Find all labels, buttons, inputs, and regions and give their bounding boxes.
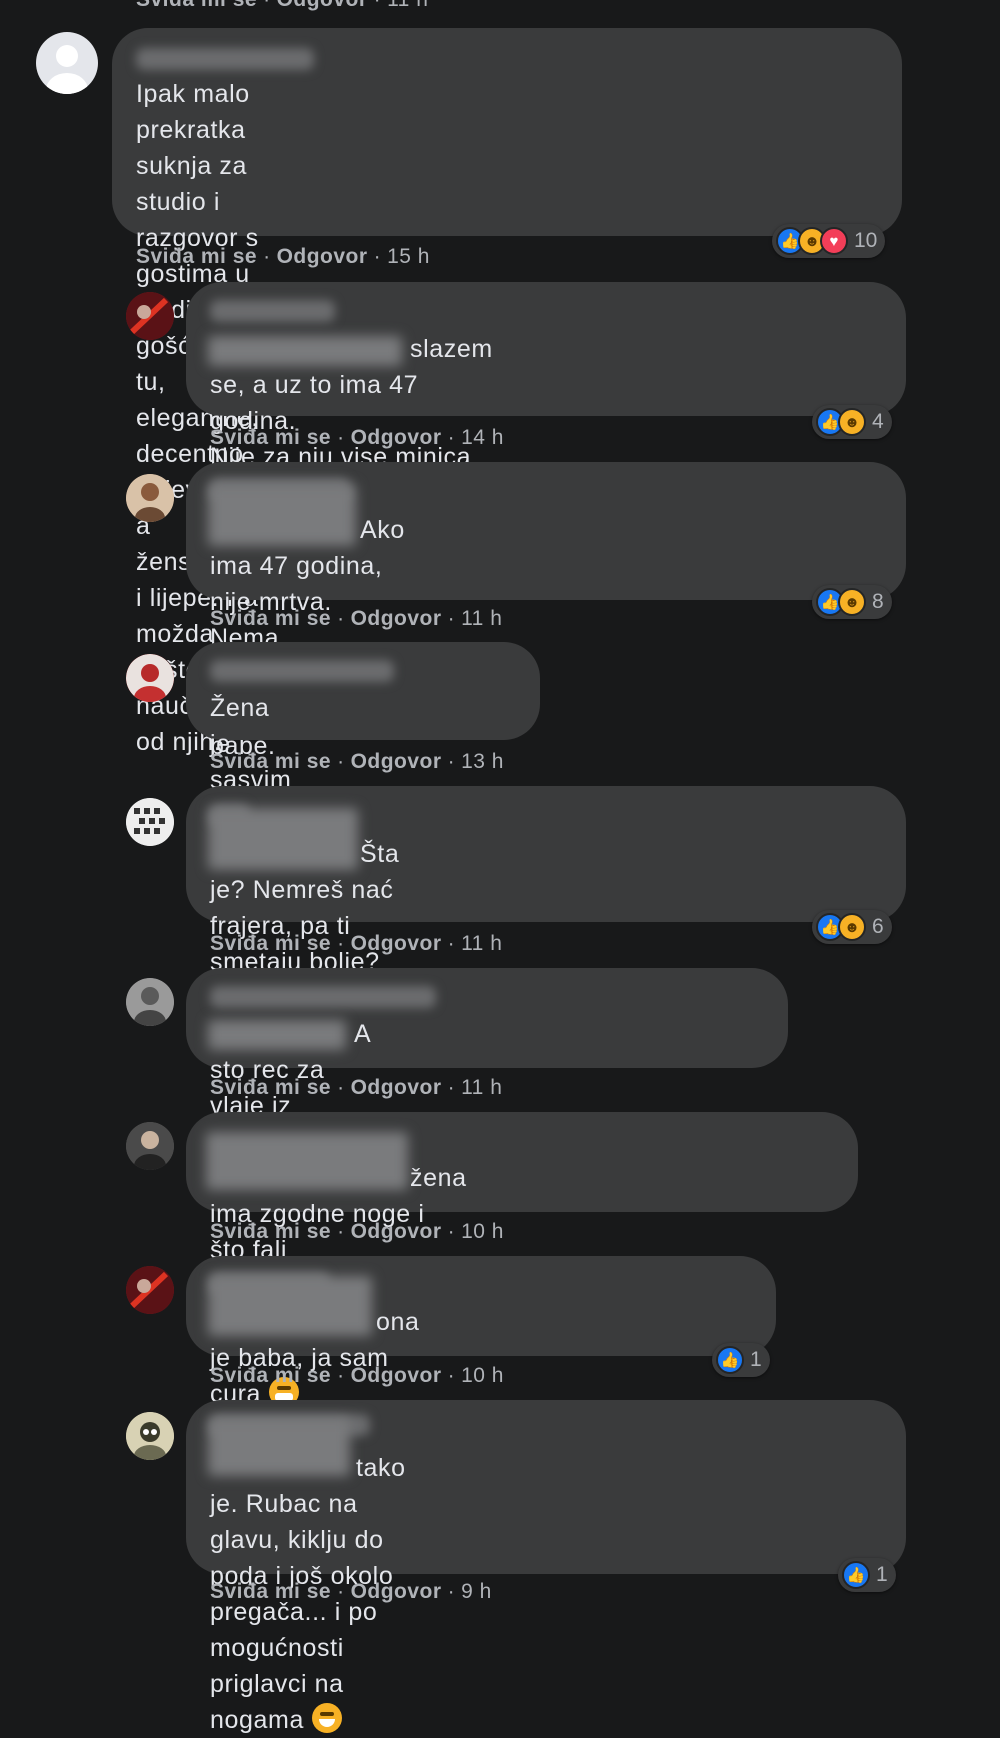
like-link[interactable]: Sviđa mi se [136, 0, 257, 11]
comment-meta: Sviđa mi se · Odgovor · 9 h [210, 1580, 492, 1603]
reaction-count: 6 [872, 915, 884, 938]
reply-link[interactable]: Odgovor [351, 607, 442, 630]
reaction-count: 1 [750, 1348, 762, 1371]
comment-meta: Sviđa mi se·Odgovor·11 h [210, 932, 503, 955]
avatar[interactable] [126, 798, 174, 846]
avatar[interactable] [126, 1122, 174, 1170]
comment-meta: Sviđa mi se·Odgovor·11 h [210, 607, 503, 630]
like-link[interactable]: Sviđa mi se [210, 1580, 331, 1603]
like-link[interactable]: Sviđa mi se [210, 932, 331, 955]
comment-time[interactable]: 10 h [461, 1220, 504, 1243]
avatar[interactable] [126, 474, 174, 522]
reply-link[interactable]: Odgovor [277, 245, 368, 268]
reaction-summary[interactable]: 👍 ☻ ♥ 10 [772, 224, 886, 258]
reply-link[interactable]: Odgovor [351, 1364, 442, 1387]
like-link[interactable]: Sviđa mi se [210, 1220, 331, 1243]
like-link[interactable]: Sviđa mi se [210, 750, 331, 773]
grin-emoji [311, 1703, 342, 1734]
like-icon: 👍 [716, 1346, 744, 1374]
reaction-summary[interactable]: 👍 1 [712, 1343, 770, 1377]
like-link[interactable]: Sviđa mi se [136, 245, 257, 268]
comment-meta: Sviđa mi se · Odgovor · 13 h [210, 750, 504, 773]
comment-time[interactable]: 11 h [461, 607, 502, 630]
reply-link[interactable]: Odgovor [351, 932, 442, 955]
reply-link[interactable]: Odgovor [351, 426, 442, 449]
like-link[interactable]: Sviđa mi se [210, 1364, 331, 1387]
comment-text: Šta je? Nemreš nać frajera, pa ti smetaj… [210, 840, 400, 976]
comment-time[interactable]: 15 h [387, 245, 430, 268]
reaction-summary[interactable]: 👍 ☻ 4 [812, 405, 892, 439]
author-name-redacted[interactable] [210, 986, 436, 1008]
comment-time[interactable]: 13 h [461, 750, 504, 773]
like-link[interactable]: Sviđa mi se [210, 607, 331, 630]
avatar[interactable] [36, 32, 98, 94]
haha-icon: ☻ [838, 408, 866, 436]
reaction-count: 1 [876, 1563, 888, 1586]
reaction-count: 4 [872, 410, 884, 433]
reply-link[interactable]: Odgovor [351, 750, 442, 773]
comment-text: ona je baba, ja sam cura [210, 1308, 428, 1408]
haha-icon: ☻ [838, 913, 866, 941]
author-name-redacted[interactable] [136, 48, 314, 70]
author-name-redacted[interactable] [210, 300, 335, 322]
comment-text: žena ima zgodne noge i što fali [210, 1164, 467, 1264]
avatar[interactable] [126, 654, 174, 702]
comment-meta: Sviđa mi se · Odgovor · 14 h [210, 426, 504, 449]
haha-icon: ☻ [838, 588, 866, 616]
love-icon: ♥ [820, 227, 848, 255]
author-name-redacted[interactable] [210, 660, 394, 682]
comment-meta: Sviđa mi se · Odgovor · 15 h [136, 245, 430, 268]
comment-time[interactable]: 9 h [461, 1580, 492, 1603]
avatar[interactable] [126, 1412, 174, 1460]
reaction-count: 10 [854, 229, 878, 252]
reply-link[interactable]: Odgovor [277, 0, 368, 11]
reaction-count: 8 [872, 590, 884, 613]
comment-time[interactable]: 11 h [387, 0, 428, 11]
like-link[interactable]: Sviđa mi se [210, 426, 331, 449]
reaction-summary[interactable]: 👍 ☻ 8 [812, 585, 892, 619]
avatar[interactable] [126, 1266, 174, 1314]
avatar[interactable] [126, 978, 174, 1026]
reaction-summary[interactable]: 👍 1 [838, 1558, 896, 1592]
comment-time[interactable]: 10 h [461, 1364, 504, 1387]
like-link[interactable]: Sviđa mi se [210, 1076, 331, 1099]
comment-meta: Sviđa mi se·Odgovor·11 h [210, 1076, 503, 1099]
reply-link[interactable]: Odgovor [351, 1580, 442, 1603]
reply-link[interactable]: Odgovor [351, 1220, 442, 1243]
comment-time[interactable]: 11 h [461, 1076, 502, 1099]
reply-link[interactable]: Odgovor [351, 1076, 442, 1099]
comment-time[interactable]: 11 h [461, 932, 502, 955]
reaction-summary[interactable]: 👍 ☻ 6 [812, 910, 892, 944]
like-icon: 👍 [842, 1561, 870, 1589]
comment-meta: Sviđa mi se · Odgovor · 10 h [210, 1364, 504, 1387]
avatar[interactable] [126, 292, 174, 340]
comment-meta: Sviđa mi se·Odgovor·11 h [136, 0, 428, 12]
comment-meta: Sviđa mi se · Odgovor · 10 h [210, 1220, 504, 1243]
comment-time[interactable]: 14 h [461, 426, 504, 449]
